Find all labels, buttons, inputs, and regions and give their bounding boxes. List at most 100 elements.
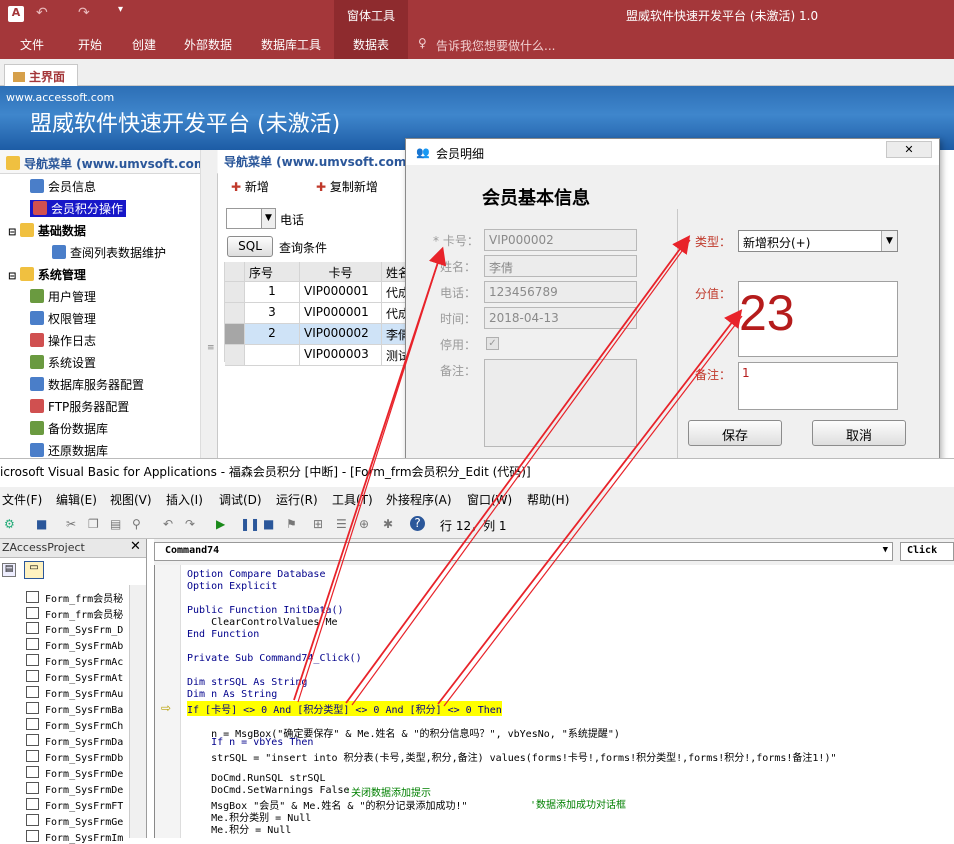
redo-icon[interactable]: ↷ <box>185 517 195 531</box>
copy-icon[interactable]: ❐ <box>88 517 99 531</box>
tab-database-tools[interactable]: 数据库工具 <box>261 36 321 53</box>
time-field[interactable]: 2018-04-13 <box>484 307 637 329</box>
vba-menu-window[interactable]: 窗口(W) <box>467 491 512 508</box>
project-module-item[interactable]: Form_SysFrmDb <box>26 750 123 764</box>
undo-icon[interactable]: ↶ <box>163 517 173 531</box>
nav-item[interactable]: 还原数据库 <box>30 442 108 459</box>
remark-field[interactable] <box>484 359 637 447</box>
nav-item[interactable]: 会员积分操作 <box>30 200 127 217</box>
code-line[interactable]: Dim n As String <box>187 689 277 700</box>
cut-icon[interactable]: ✂ <box>66 517 76 531</box>
code-line[interactable]: If [卡号] <> 0 And [积分类型] <> 0 And [积分] <>… <box>187 701 502 716</box>
vba-menu-help[interactable]: 帮助(H) <box>527 491 569 508</box>
project-module-item[interactable]: Form_SysFrm_D <box>26 622 123 636</box>
properties-icon[interactable]: ☰ <box>336 517 347 531</box>
vba-menu-debug[interactable]: 调试(D) <box>219 491 262 508</box>
grid-cell[interactable]: 3 <box>245 303 300 324</box>
code-line[interactable]: Private Sub Command74_Click() <box>187 653 362 664</box>
grid-header-cell[interactable]: 卡号 <box>300 262 382 282</box>
project-scrollbar[interactable] <box>129 585 146 838</box>
reset-icon[interactable]: ■ <box>263 517 274 531</box>
nav-item[interactable]: 用户管理 <box>30 288 96 305</box>
code-line[interactable]: Option Explicit <box>187 581 277 592</box>
procedure-dropdown[interactable]: Click <box>900 542 954 561</box>
project-module-item[interactable]: Form_SysFrmAu <box>26 686 123 700</box>
run-icon[interactable]: ▶ <box>216 517 225 531</box>
vba-menu-run[interactable]: 运行(R) <box>276 491 318 508</box>
row-selector[interactable] <box>225 324 245 345</box>
nav-item[interactable]: 备份数据库 <box>30 420 108 437</box>
undo-icon[interactable]: ↶ <box>36 5 48 21</box>
nav-scrollbar[interactable] <box>200 150 217 460</box>
phone-field[interactable]: 123456789 <box>484 281 637 303</box>
object-browser-icon[interactable]: ⊕ <box>359 517 369 531</box>
vba-menu-addins[interactable]: 外接程序(A) <box>386 491 452 508</box>
code-line[interactable]: Dim strSQL As String <box>187 677 307 688</box>
nav-item[interactable]: ⊟ 基础数据 <box>8 222 86 239</box>
toolbox-icon[interactable]: ✱ <box>383 517 393 531</box>
save-icon[interactable]: ■ <box>36 517 47 531</box>
grid-cell[interactable]: VIP000001 <box>300 282 382 303</box>
view-code-icon[interactable]: ▤ <box>2 563 16 577</box>
vba-menu-tools[interactable]: 工具(T) <box>332 491 373 508</box>
quick-access-menu-icon[interactable]: ▾ <box>118 4 123 15</box>
code-line[interactable]: End Function <box>187 629 259 640</box>
break-icon[interactable]: ❚❚ <box>240 517 260 531</box>
project-module-item[interactable]: Form_SysFrmAb <box>26 638 123 652</box>
project-module-item[interactable]: Form_SysFrmAc <box>26 654 123 668</box>
nav-item[interactable]: 会员信息 <box>30 178 96 195</box>
project-module-item[interactable]: Form_SysFrmAt <box>26 670 123 684</box>
score-field[interactable]: 23 <box>738 281 898 357</box>
nav-item[interactable]: 权限管理 <box>30 310 96 327</box>
note-field[interactable]: 1 <box>738 362 898 410</box>
grid-cell[interactable]: VIP000001 <box>300 303 382 324</box>
code-line[interactable]: ClearControlValues Me <box>187 617 337 628</box>
vba-menu-view[interactable]: 视图(V) <box>110 491 152 508</box>
tab-create[interactable]: 创建 <box>132 36 156 53</box>
grid-cell[interactable]: 1 <box>245 282 300 303</box>
cancel-button[interactable]: 取消 <box>812 420 906 446</box>
tab-main-form[interactable]: 主界面 <box>4 64 78 86</box>
nav-item[interactable]: 查阅列表数据维护 <box>52 244 166 261</box>
code-line[interactable]: If n = vbYes Then <box>187 737 313 748</box>
project-module-item[interactable]: Form_SysFrmIm <box>26 830 123 844</box>
project-module-item[interactable]: Form_SysFrmFT <box>26 798 123 812</box>
row-selector[interactable] <box>225 303 245 324</box>
splitter-grip[interactable]: ≡ <box>207 343 215 353</box>
view-access-icon[interactable]: ⚙ <box>4 517 15 531</box>
name-field[interactable]: 李倩 <box>484 255 637 277</box>
filter-operator-select[interactable]: ▼ <box>226 208 276 229</box>
nav-item[interactable]: 操作日志 <box>30 332 96 349</box>
grid-cell[interactable] <box>245 345 300 366</box>
filter-field[interactable]: 电话 <box>280 211 304 228</box>
tab-file[interactable]: 文件 <box>20 36 44 53</box>
nav-item[interactable]: 系统设置 <box>30 354 96 371</box>
project-module-item[interactable]: Form_SysFrmDe <box>26 782 123 796</box>
nav-item[interactable]: ⊟ 系统管理 <box>8 266 86 283</box>
nav-item[interactable]: 数据库服务器配置 <box>30 376 144 393</box>
close-icon[interactable]: ✕ <box>130 539 141 554</box>
toggle-folders-icon[interactable]: ▭ <box>24 561 44 579</box>
code-line[interactable]: Option Compare Database <box>187 569 325 580</box>
vba-menu-file[interactable]: 文件(F) <box>2 491 42 508</box>
project-module-item[interactable]: Form_SysFrmGe <box>26 814 123 828</box>
grid-cell[interactable]: VIP000002 <box>300 324 382 345</box>
redo-icon[interactable]: ↷ <box>78 5 90 21</box>
copy-new-button[interactable]: ✚ 复制新增 <box>316 178 378 195</box>
collapse-icon[interactable]: ⊟ <box>8 271 20 282</box>
card-field[interactable]: VIP000002 <box>484 229 637 251</box>
project-module-item[interactable]: Form_SysFrmCh <box>26 718 123 732</box>
row-selector[interactable] <box>225 282 245 303</box>
row-selector[interactable] <box>225 345 245 366</box>
help-icon[interactable]: ? <box>410 516 425 531</box>
project-explorer-icon[interactable]: ⊞ <box>313 517 323 531</box>
disabled-checkbox[interactable]: ✓ <box>486 337 499 350</box>
find-icon[interactable]: ⚲ <box>132 517 141 531</box>
project-module-item[interactable]: Form_frm会员秘 <box>26 590 123 605</box>
design-mode-icon[interactable]: ⚑ <box>286 517 297 531</box>
code-line[interactable]: DoCmd.RunSQL strSQL <box>187 773 325 784</box>
code-line[interactable]: DoCmd.SetWarnings False <box>187 785 349 796</box>
object-dropdown[interactable]: Command74 ▼ <box>154 542 893 561</box>
vba-menu-insert[interactable]: 插入(I) <box>166 491 203 508</box>
tab-datasheet[interactable]: 数据表 <box>353 36 389 53</box>
